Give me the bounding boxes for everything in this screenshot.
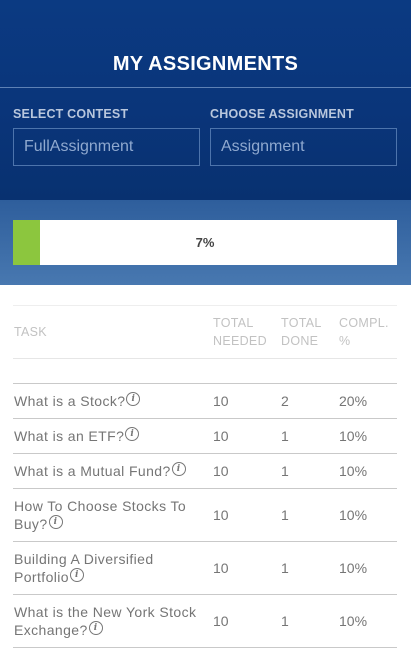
total-done-cell: 1 [281, 428, 289, 444]
task-cell: What is an ETF? i [14, 427, 204, 445]
task-cell: What is a Mutual Fund? i [14, 462, 204, 480]
total-needed-cell: 10 [213, 560, 229, 576]
info-icon[interactable]: i [69, 568, 84, 582]
col-header-compl-line1: COMPL. [339, 316, 389, 330]
total-done-cell: 2 [281, 393, 289, 409]
task-name: What is the New York Stock Exchange? [14, 604, 197, 638]
col-header-total-needed: TOTAL NEEDED [213, 314, 267, 350]
compl-cell: 10% [339, 560, 368, 576]
table-spacer [13, 359, 397, 384]
total-done-cell: 1 [281, 560, 289, 576]
select-contest-field[interactable] [13, 128, 200, 166]
table-row[interactable]: What is a Stock? i 10 2 20% [13, 384, 397, 419]
compl-cell: 20% [339, 393, 368, 409]
task-cell: How To Choose Stocks To Buy? i [14, 497, 204, 533]
total-needed-cell: 10 [213, 428, 229, 444]
task-cell: What is a Stock? i [14, 392, 204, 410]
table-row[interactable]: Building A Diversified Portfolio i 10 1 1… [13, 542, 397, 595]
compl-cell: 10% [339, 507, 368, 523]
info-icon[interactable]: i [48, 515, 63, 529]
task-name: Building A Diversified Portfolio [14, 551, 154, 585]
page-header: MY ASSIGNMENTS SELECT CONTEST CHOOSE ASS… [0, 0, 411, 200]
col-header-compl-line2: % [339, 334, 351, 348]
total-needed-cell: 10 [213, 463, 229, 479]
progress-bar: 7% [13, 220, 397, 265]
col-header-total-needed-line1: TOTAL [213, 316, 254, 330]
task-name: How To Choose Stocks To Buy? [14, 498, 187, 532]
total-done-cell: 1 [281, 507, 289, 523]
header-divider [0, 87, 411, 88]
info-icon[interactable]: i [171, 462, 186, 476]
choose-assignment-label: CHOOSE ASSIGNMENT [210, 107, 354, 121]
task-name: What is a Stock? [14, 393, 126, 409]
choose-assignment-field[interactable] [210, 128, 397, 166]
table-row[interactable]: What is a Mutual Fund? i 10 1 10% [13, 454, 397, 489]
compl-cell: 10% [339, 613, 368, 629]
total-done-cell: 1 [281, 463, 289, 479]
info-icon[interactable]: i [126, 392, 141, 406]
col-header-total-done-line2: DONE [281, 334, 319, 348]
table-row[interactable]: What is the New York Stock Exchange? i 10… [13, 595, 397, 648]
compl-cell: 10% [339, 428, 368, 444]
task-name: What is a Mutual Fund? [14, 463, 171, 479]
task-cell: What is the New York Stock Exchange? i [14, 603, 204, 639]
col-header-total-needed-line2: NEEDED [213, 334, 267, 348]
task-name: What is an ETF? [14, 428, 125, 444]
total-done-cell: 1 [281, 613, 289, 629]
progress-label: 7% [195, 235, 215, 250]
info-icon[interactable]: i [125, 427, 140, 441]
col-header-compl: COMPL. % [339, 314, 389, 350]
col-header-total-done: TOTAL DONE [281, 314, 322, 350]
table-row[interactable]: How To Choose Stocks To Buy? i 10 1 10% [13, 489, 397, 542]
page-title: MY ASSIGNMENTS [112, 53, 299, 75]
total-needed-cell: 10 [213, 507, 229, 523]
select-contest-label: SELECT CONTEST [13, 107, 129, 121]
total-needed-cell: 10 [213, 393, 229, 409]
col-header-task: TASK [14, 325, 47, 339]
info-icon[interactable]: i [88, 621, 103, 635]
compl-cell: 10% [339, 463, 368, 479]
task-cell: Building A Diversified Portfolio i [14, 550, 204, 586]
col-header-total-done-line1: TOTAL [281, 316, 322, 330]
table-row[interactable]: What is an ETF? i 10 1 10% [13, 419, 397, 454]
assignments-table: TASK TOTAL NEEDED TOTAL DONE COMPL. % Wh… [13, 305, 397, 648]
total-needed-cell: 10 [213, 613, 229, 629]
table-header: TASK TOTAL NEEDED TOTAL DONE COMPL. % [13, 306, 397, 359]
